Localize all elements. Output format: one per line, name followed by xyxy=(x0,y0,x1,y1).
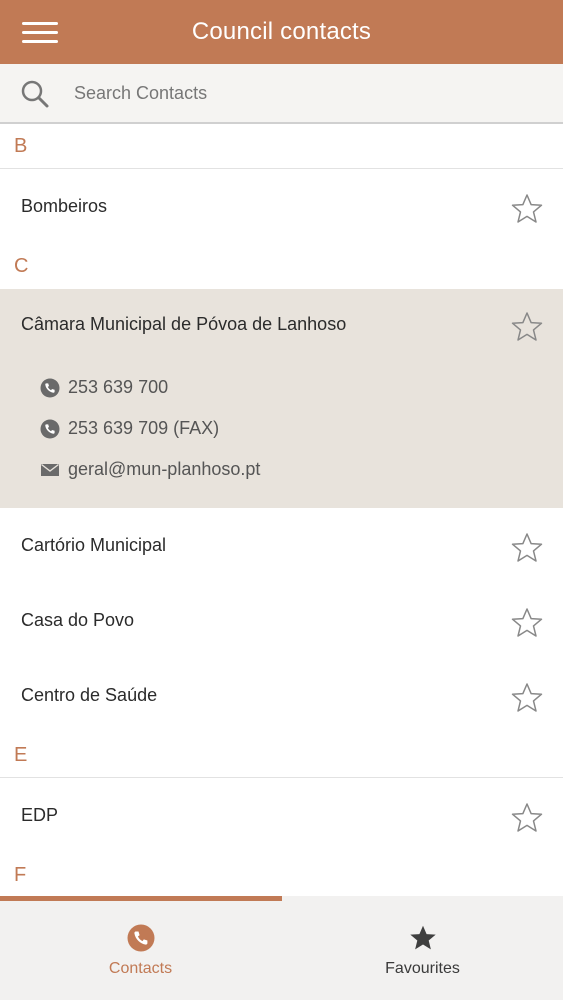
page-title: Council contacts xyxy=(191,18,372,45)
tab-favourites-label: Favourites xyxy=(385,959,460,977)
fax-number: 253 639 709 (FAX) xyxy=(68,418,220,438)
search-bar xyxy=(0,64,563,124)
contact-row[interactable]: Bombeiros xyxy=(0,169,563,244)
tab-favourites[interactable]: Favourites xyxy=(282,901,563,1000)
contact-row-expanded[interactable]: Câmara Municipal de Póvoa de Lanhoso xyxy=(0,289,563,359)
star-outline-icon[interactable] xyxy=(511,193,543,225)
contact-name: EDP xyxy=(21,805,59,825)
section-header-b: B xyxy=(0,124,563,169)
email-address: geral@mun-planhoso.pt xyxy=(68,459,261,479)
phone-number: 253 639 700 xyxy=(68,377,169,397)
star-outline-icon[interactable] xyxy=(511,682,543,714)
hamburger-menu-icon[interactable] xyxy=(22,22,58,44)
star-filled-icon xyxy=(409,925,436,949)
bottom-tab-bar: Contacts Favourites xyxy=(0,896,563,1000)
search-input[interactable] xyxy=(74,76,534,110)
star-outline-icon[interactable] xyxy=(511,802,543,834)
phone-icon xyxy=(40,419,60,438)
star-outline-icon[interactable] xyxy=(511,607,543,639)
star-outline-icon[interactable] xyxy=(511,532,543,564)
contact-name: Cartório Municipal xyxy=(21,535,167,555)
mail-icon xyxy=(41,463,59,476)
email-detail[interactable]: geral@mun-planhoso.pt xyxy=(40,459,260,480)
phone-icon xyxy=(127,924,154,951)
section-header-f: F xyxy=(14,864,27,886)
contact-row[interactable]: EDP xyxy=(0,778,563,853)
contact-name: Bombeiros xyxy=(21,196,108,216)
contact-row[interactable]: Centro de Saúde xyxy=(0,658,563,733)
search-icon xyxy=(21,80,49,108)
contact-name: Casa do Povo xyxy=(21,610,135,630)
contact-row[interactable]: Cartório Municipal xyxy=(0,508,563,583)
contact-name: Centro de Saúde xyxy=(21,685,158,705)
contact-list: B Bombeiros C Câmara Municipal de Póvoa … xyxy=(0,124,563,896)
expanded-contact-card: Câmara Municipal de Póvoa de Lanhoso 253… xyxy=(0,289,563,508)
contact-row[interactable]: Casa do Povo xyxy=(0,583,563,658)
phone-detail[interactable]: 253 639 700 xyxy=(40,377,168,398)
section-header-c: C xyxy=(14,255,29,277)
tab-contacts[interactable]: Contacts xyxy=(0,901,281,1000)
contact-name: Câmara Municipal de Póvoa de Lanhoso xyxy=(21,313,347,334)
tab-contacts-label: Contacts xyxy=(108,959,173,977)
fax-detail[interactable]: 253 639 709 (FAX) xyxy=(40,418,219,439)
section-header-e: E xyxy=(0,733,563,778)
app-header: Council contacts xyxy=(0,0,563,64)
star-outline-icon[interactable] xyxy=(511,311,543,343)
phone-icon xyxy=(40,378,60,397)
